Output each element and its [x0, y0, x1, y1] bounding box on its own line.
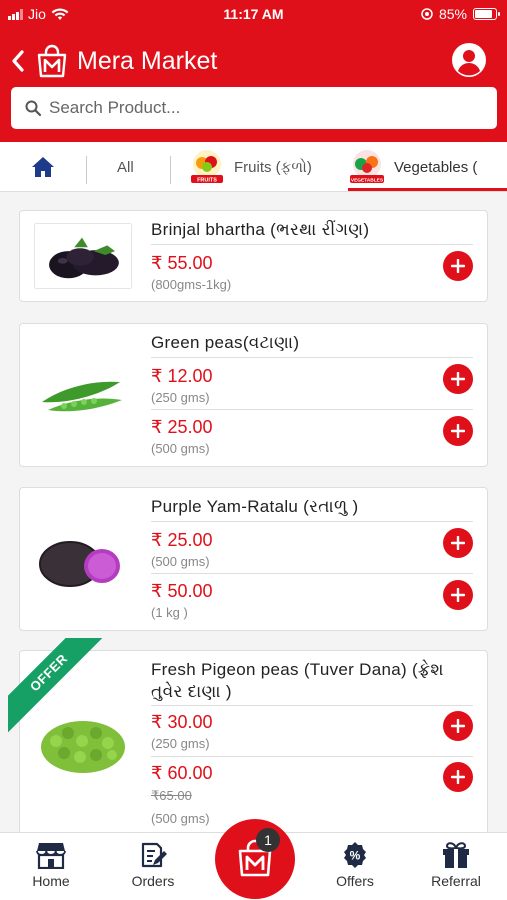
plus-icon: [451, 719, 465, 733]
battery-percent: 85%: [438, 6, 467, 22]
orders-icon: [141, 842, 167, 868]
divider: [151, 705, 473, 706]
tab-home[interactable]: [30, 142, 56, 191]
product-card: Purple Yam-Ratalu (રતાળુ ) ₹ 25.00 (500 …: [19, 487, 488, 631]
nav-home[interactable]: Home: [6, 841, 96, 889]
product-name: Purple Yam-Ratalu (રતાળુ ): [151, 497, 359, 516]
app-title: Mera Market: [77, 47, 218, 75]
cart-count-badge: 1: [256, 828, 280, 852]
nav-home-label: Home: [32, 873, 70, 889]
product-quantity: (500 gms): [151, 554, 210, 569]
product-price: ₹ 12.00: [151, 366, 213, 386]
divider: [151, 409, 473, 410]
add-to-cart-button[interactable]: [443, 364, 473, 394]
app-header: Mera Market: [0, 30, 507, 142]
tab-divider: [170, 156, 171, 184]
offer-ribbon: OFFER: [8, 638, 108, 738]
fruits-badge-label: FRUITS: [197, 178, 217, 184]
vegetables-category-icon: VEGETABLES: [350, 150, 384, 184]
offers-icon: %: [344, 842, 366, 868]
divider: [151, 521, 473, 522]
nav-offers[interactable]: % Offers: [310, 841, 400, 889]
product-quantity: (500 gms): [151, 811, 210, 826]
divider: [151, 357, 473, 358]
divider: [151, 573, 473, 574]
plus-icon: [451, 259, 465, 273]
product-price: ₹ 60.00: [151, 763, 213, 783]
search-input[interactable]: [49, 98, 469, 118]
brinjal-image: [34, 223, 132, 289]
add-to-cart-button[interactable]: [443, 580, 473, 610]
divider: [151, 756, 473, 757]
plus-icon: [451, 770, 465, 784]
nav-orders[interactable]: Orders: [108, 841, 198, 889]
product-quantity: (800gms-1kg): [151, 277, 232, 292]
back-button[interactable]: [10, 48, 34, 76]
divider: [151, 244, 473, 245]
product-name: Fresh Pigeon peas (Tuver Dana) (ફ્રેશ તુ…: [151, 660, 444, 701]
add-to-cart-button[interactable]: [443, 251, 473, 281]
product-old-price: ₹65.00: [151, 788, 192, 803]
tab-vegetables-label: Vegetables (: [394, 158, 478, 176]
green-peas-image: [34, 362, 132, 428]
nav-offers-label: Offers: [336, 873, 374, 889]
product-card: Green peas(વટાણા) ₹ 12.00 (250 gms) ₹ 25…: [19, 323, 488, 467]
nav-referral[interactable]: Referral: [411, 841, 501, 889]
bottom-navigation: Home Orders 1 % Offers Referral: [0, 819, 507, 900]
product-price: ₹ 25.00: [151, 417, 213, 437]
product-price: ₹ 50.00: [151, 581, 213, 601]
plus-icon: [451, 424, 465, 438]
product-quantity: (250 gms): [151, 390, 210, 405]
gift-icon: [443, 842, 469, 868]
nav-referral-label: Referral: [431, 873, 481, 889]
tab-all[interactable]: All: [117, 142, 134, 191]
vegetables-badge-label: VEGETABLES: [351, 178, 384, 184]
orientation-lock-icon: [421, 8, 433, 20]
add-to-cart-button[interactable]: [443, 762, 473, 792]
fruits-category-icon: FRUITS: [191, 150, 223, 184]
product-quantity: (500 gms): [151, 441, 210, 456]
add-to-cart-button[interactable]: [443, 416, 473, 446]
category-tabs: All FRUITS Fruits (ફળો) VEGETABLES Veget…: [0, 142, 507, 192]
product-card: Brinjal bhartha (ભરથા રીંગણ) ₹ 55.00 (80…: [19, 210, 488, 302]
product-price: ₹ 55.00: [151, 253, 213, 273]
nav-orders-label: Orders: [131, 873, 175, 889]
tab-divider: [86, 156, 87, 184]
battery-icon: [473, 8, 500, 20]
store-icon: [36, 843, 66, 869]
status-bar: Jio 11:17 AM 85%: [0, 0, 507, 30]
product-quantity: (250 gms): [151, 736, 210, 751]
add-to-cart-button[interactable]: [443, 711, 473, 741]
add-to-cart-button[interactable]: [443, 528, 473, 558]
chevron-left-icon: [12, 50, 24, 72]
search-bar[interactable]: [11, 87, 497, 129]
profile-icon[interactable]: [451, 42, 487, 78]
active-tab-indicator: [348, 188, 507, 191]
search-icon: [25, 100, 41, 116]
mera-market-logo-icon: [37, 44, 67, 78]
tab-vegetables[interactable]: VEGETABLES Vegetables (: [348, 142, 478, 191]
tab-fruits-label: Fruits (ફળો): [234, 158, 312, 176]
product-name: Brinjal bhartha (ભરથા રીંગણ): [151, 220, 370, 239]
product-price: ₹ 30.00: [151, 712, 213, 732]
purple-yam-image: [34, 528, 132, 594]
offer-label: OFFER: [8, 638, 108, 736]
cart-button[interactable]: [215, 819, 295, 899]
plus-icon: [451, 588, 465, 602]
home-icon: [32, 157, 54, 177]
product-name: Green peas(વટાણા): [151, 333, 300, 352]
svg-text:%: %: [350, 849, 361, 863]
plus-icon: [451, 536, 465, 550]
product-price: ₹ 25.00: [151, 530, 213, 550]
product-quantity: (1 kg ): [151, 605, 188, 620]
product-list: Brinjal bhartha (ભરથા રીંગણ) ₹ 55.00 (80…: [0, 192, 507, 832]
tab-fruits[interactable]: FRUITS Fruits (ફળો): [188, 142, 312, 191]
plus-icon: [451, 372, 465, 386]
